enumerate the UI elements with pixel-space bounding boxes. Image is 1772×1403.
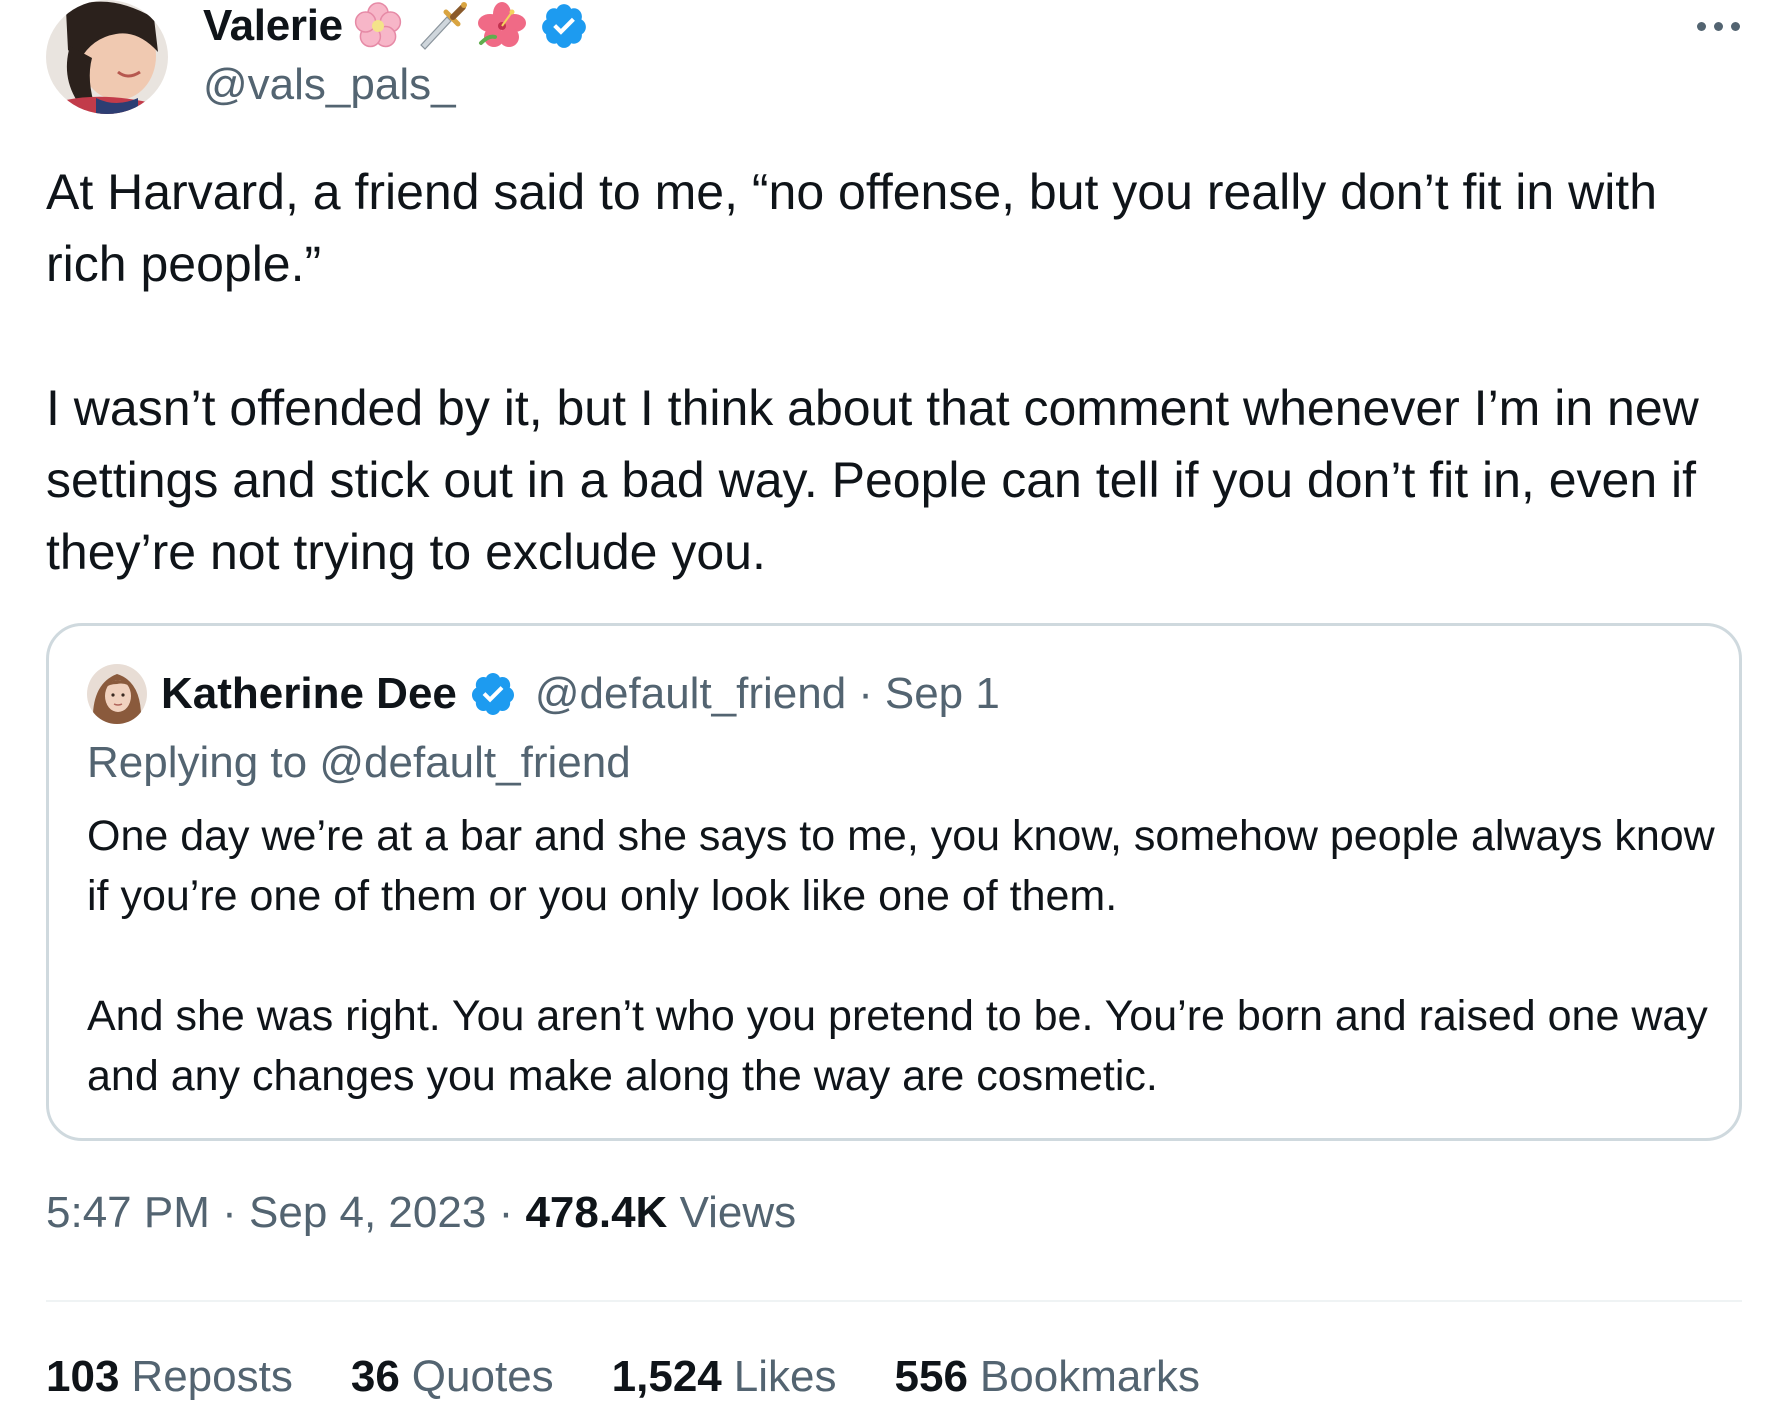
hibiscus-icon	[475, 1, 529, 51]
quote-author-name[interactable]: Katherine Dee	[161, 669, 457, 719]
author-avatar[interactable]	[46, 0, 168, 114]
meta-separator: ·	[498, 1188, 514, 1237]
quotes-stat[interactable]: 36 Quotes	[351, 1352, 554, 1402]
replying-to-label: Replying to	[87, 738, 308, 787]
likes-stat[interactable]: 1,524 Likes	[612, 1352, 837, 1402]
author-handle[interactable]: @vals_pals_	[203, 60, 456, 110]
reposts-stat[interactable]: 103 Reposts	[46, 1352, 293, 1402]
more-dot-icon	[1696, 21, 1706, 31]
engagement-stats: 103 Reposts 36 Quotes 1,524 Likes 556 Bookma…	[46, 1352, 1200, 1402]
meta-separator: ·	[222, 1188, 237, 1237]
quotes-count: 36	[350, 1352, 400, 1401]
divider	[46, 1300, 1742, 1302]
verified-badge-icon	[469, 670, 517, 718]
quote-date: Sep 1	[884, 669, 1000, 718]
bookmarks-label: Bookmarks	[979, 1352, 1200, 1401]
quote-replying-to: Replying to @default_friend	[87, 738, 631, 788]
reposts-count: 103	[46, 1352, 120, 1401]
cherry-blossom-icon	[351, 1, 405, 51]
tweet-meta: 5:47 PM · Sep 4, 2023 · 478.4K Views	[46, 1188, 796, 1238]
quote-paragraph: One day we’re at a bar and she says to m…	[87, 812, 1715, 920]
quote-text: One day we’re at a bar and she says to m…	[87, 806, 1717, 1106]
tweet-time[interactable]: 5:47 PM	[46, 1188, 210, 1237]
views-count: 478.4K	[525, 1188, 668, 1237]
verified-badge-icon[interactable]	[539, 1, 589, 51]
author-avatar-image	[46, 0, 168, 114]
more-dot-icon	[1713, 21, 1723, 31]
quote-author-avatar	[87, 664, 147, 724]
tweet-text: At Harvard, a friend said to me, “no off…	[46, 156, 1746, 588]
tweet-paragraph: At Harvard, a friend said to me, “no off…	[46, 164, 1658, 292]
likes-label: Likes	[733, 1352, 837, 1401]
views-label: Views	[679, 1188, 797, 1237]
reposts-label: Reposts	[131, 1352, 293, 1401]
tweet-date[interactable]: Sep 4, 2023	[249, 1188, 486, 1237]
more-dot-icon	[1730, 21, 1740, 31]
quote-paragraph: And she was right. You aren’t who you pr…	[87, 992, 1708, 1100]
quote-header: Katherine Dee @default_friend · Sep 1	[87, 664, 1000, 724]
likes-count: 1,524	[611, 1352, 722, 1401]
author-name-row: Valerie	[203, 0, 589, 52]
quotes-label: Quotes	[411, 1352, 554, 1401]
bookmarks-count: 556	[894, 1352, 968, 1401]
tweet: Valerie @vals_pals_ At Harvard, a friend…	[0, 0, 1772, 1403]
author-display-name[interactable]: Valerie	[203, 1, 343, 51]
bookmarks-stat[interactable]: 556 Bookmarks	[895, 1352, 1201, 1402]
more-options-button[interactable]	[1688, 8, 1748, 44]
quote-separator: ·	[858, 669, 873, 718]
replying-to-handle: @default_friend	[319, 738, 631, 787]
tweet-paragraph: I wasn’t offended by it, but I think abo…	[46, 380, 1699, 580]
quote-author-handle: @default_friend	[534, 669, 847, 718]
dagger-icon	[413, 1, 467, 51]
quote-tweet-card[interactable]: Katherine Dee @default_friend · Sep 1 Re…	[46, 623, 1742, 1141]
